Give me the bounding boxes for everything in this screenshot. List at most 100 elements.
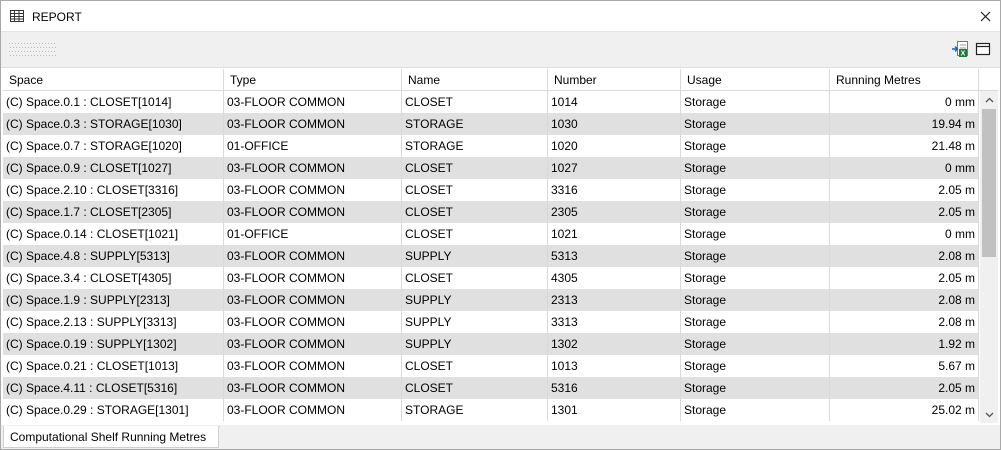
cell-type: 03-FLOOR COMMON xyxy=(224,311,402,333)
cell-type: 03-FLOOR COMMON xyxy=(224,355,402,377)
window-layout-icon xyxy=(975,42,991,56)
table-row[interactable]: (C) Space.2.13 : SUPPLY[3313] 03-FLOOR CO… xyxy=(3,311,979,333)
cell-number: 4305 xyxy=(548,267,681,289)
cell-number: 2313 xyxy=(548,289,681,311)
cell-space: (C) Space.0.7 : STORAGE[1020] xyxy=(3,135,224,157)
layout-button[interactable] xyxy=(974,40,992,58)
cell-running-metres: 2.05 m xyxy=(830,201,979,223)
scroll-thumb[interactable] xyxy=(982,109,996,257)
cell-running-metres: 0 mm xyxy=(830,157,979,179)
cell-running-metres: 2.05 m xyxy=(830,377,979,399)
close-button[interactable] xyxy=(974,5,996,27)
cell-type: 03-FLOOR COMMON xyxy=(224,91,402,113)
cell-running-metres: 0 mm xyxy=(830,91,979,113)
cell-name: CLOSET xyxy=(402,201,548,223)
cell-number: 1302 xyxy=(548,333,681,355)
column-header-name[interactable]: Name xyxy=(402,69,548,91)
cell-number: 1301 xyxy=(548,399,681,421)
cell-space: (C) Space.3.4 : CLOSET[4305] xyxy=(3,267,224,289)
cell-running-metres: 2.08 m xyxy=(830,289,979,311)
cell-space: (C) Space.0.29 : STORAGE[1301] xyxy=(3,399,224,421)
report-table: Space Type Name Number Usage Running Met… xyxy=(3,69,998,423)
cell-type: 03-FLOOR COMMON xyxy=(224,289,402,311)
cell-running-metres: 2.05 m xyxy=(830,179,979,201)
cell-number: 1027 xyxy=(548,157,681,179)
vertical-scrollbar[interactable] xyxy=(980,91,998,423)
cell-name: SUPPLY xyxy=(402,333,548,355)
cell-running-metres: 0 mm xyxy=(830,223,979,245)
cell-number: 1020 xyxy=(548,135,681,157)
cell-space: (C) Space.0.9 : CLOSET[1027] xyxy=(3,157,224,179)
table-row[interactable]: (C) Space.0.9 : CLOSET[1027] 03-FLOOR COM… xyxy=(3,157,979,179)
table-icon xyxy=(10,10,24,22)
cell-usage: Storage xyxy=(681,289,830,311)
table-row[interactable]: (C) Space.0.29 : STORAGE[1301] 03-FLOOR C… xyxy=(3,399,979,421)
export-excel-icon: X xyxy=(952,41,968,58)
cell-type: 03-FLOOR COMMON xyxy=(224,179,402,201)
table-row[interactable]: (C) Space.0.3 : STORAGE[1030] 03-FLOOR CO… xyxy=(3,113,979,135)
cell-name: SUPPLY xyxy=(402,245,548,267)
table-body: (C) Space.0.1 : CLOSET[1014] 03-FLOOR COM… xyxy=(3,91,979,423)
cell-space: (C) Space.1.9 : SUPPLY[2313] xyxy=(3,289,224,311)
cell-usage: Storage xyxy=(681,245,830,267)
cell-running-metres: 21.48 m xyxy=(830,135,979,157)
table-row[interactable]: (C) Space.0.7 : STORAGE[1020] 01-OFFICE ST… xyxy=(3,135,979,157)
cell-usage: Storage xyxy=(681,157,830,179)
cell-type: 03-FLOOR COMMON xyxy=(224,333,402,355)
toolbar-grip[interactable] xyxy=(9,42,57,56)
column-header-usage[interactable]: Usage xyxy=(681,69,830,91)
cell-name: CLOSET xyxy=(402,377,548,399)
table-row[interactable]: (C) Space.4.8 : SUPPLY[5313] 03-FLOOR COM… xyxy=(3,245,979,267)
cell-number: 1030 xyxy=(548,113,681,135)
cell-space: (C) Space.0.21 : CLOSET[1013] xyxy=(3,355,224,377)
cell-name: CLOSET xyxy=(402,91,548,113)
table-row[interactable]: (C) Space.1.7 : CLOSET[2305] 03-FLOOR COM… xyxy=(3,201,979,223)
tab-computational-shelf-running-metres[interactable]: Computational Shelf Running Metres xyxy=(3,426,219,448)
title-bar: REPORT xyxy=(1,1,1000,32)
cell-type: 03-FLOOR COMMON xyxy=(224,157,402,179)
cell-name: SUPPLY xyxy=(402,289,548,311)
toolbar: X xyxy=(1,32,1000,68)
cell-usage: Storage xyxy=(681,91,830,113)
cell-number: 3313 xyxy=(548,311,681,333)
cell-space: (C) Space.2.10 : CLOSET[3316] xyxy=(3,179,224,201)
cell-type: 03-FLOOR COMMON xyxy=(224,399,402,421)
cell-usage: Storage xyxy=(681,399,830,421)
cell-running-metres: 2.05 m xyxy=(830,267,979,289)
cell-space: (C) Space.1.7 : CLOSET[2305] xyxy=(3,201,224,223)
scroll-up-button[interactable] xyxy=(980,91,998,108)
cell-usage: Storage xyxy=(681,201,830,223)
table-row[interactable]: (C) Space.2.10 : CLOSET[3316] 03-FLOOR CO… xyxy=(3,179,979,201)
cell-space: (C) Space.4.8 : SUPPLY[5313] xyxy=(3,245,224,267)
cell-type: 03-FLOOR COMMON xyxy=(224,377,402,399)
column-header-number[interactable]: Number xyxy=(548,69,681,91)
cell-name: CLOSET xyxy=(402,355,548,377)
scroll-down-button[interactable] xyxy=(980,406,998,423)
column-header-running-metres[interactable]: Running Metres xyxy=(830,69,979,91)
table-row[interactable]: (C) Space.3.4 : CLOSET[4305] 03-FLOOR COM… xyxy=(3,267,979,289)
table-row[interactable]: (C) Space.1.9 : SUPPLY[2313] 03-FLOOR COM… xyxy=(3,289,979,311)
close-icon xyxy=(980,11,990,21)
cell-number: 5316 xyxy=(548,377,681,399)
table-row[interactable]: (C) Space.0.1 : CLOSET[1014] 03-FLOOR COM… xyxy=(3,91,979,113)
cell-running-metres: 2.08 m xyxy=(830,311,979,333)
cell-name: STORAGE xyxy=(402,399,548,421)
cell-type: 03-FLOOR COMMON xyxy=(224,245,402,267)
cell-type: 01-OFFICE xyxy=(224,223,402,245)
cell-name: CLOSET xyxy=(402,179,548,201)
table-row[interactable]: (C) Space.0.21 : CLOSET[1013] 03-FLOOR CO… xyxy=(3,355,979,377)
cell-name: STORAGE xyxy=(402,135,548,157)
cell-number: 1014 xyxy=(548,91,681,113)
cell-space: (C) Space.0.14 : CLOSET[1021] xyxy=(3,223,224,245)
table-row[interactable]: (C) Space.0.14 : CLOSET[1021] 01-OFFICE CL… xyxy=(3,223,979,245)
column-header-type[interactable]: Type xyxy=(224,69,402,91)
table-row[interactable]: (C) Space.4.11 : CLOSET[5316] 03-FLOOR CO… xyxy=(3,377,979,399)
cell-space: (C) Space.2.13 : SUPPLY[3313] xyxy=(3,311,224,333)
cell-name: SUPPLY xyxy=(402,311,548,333)
cell-type: 01-OFFICE xyxy=(224,135,402,157)
export-excel-button[interactable]: X xyxy=(951,40,969,58)
cell-space: (C) Space.0.19 : SUPPLY[1302] xyxy=(3,333,224,355)
column-header-space[interactable]: Space xyxy=(3,69,224,91)
cell-number: 1021 xyxy=(548,223,681,245)
table-row[interactable]: (C) Space.0.19 : SUPPLY[1302] 03-FLOOR CO… xyxy=(3,333,979,355)
